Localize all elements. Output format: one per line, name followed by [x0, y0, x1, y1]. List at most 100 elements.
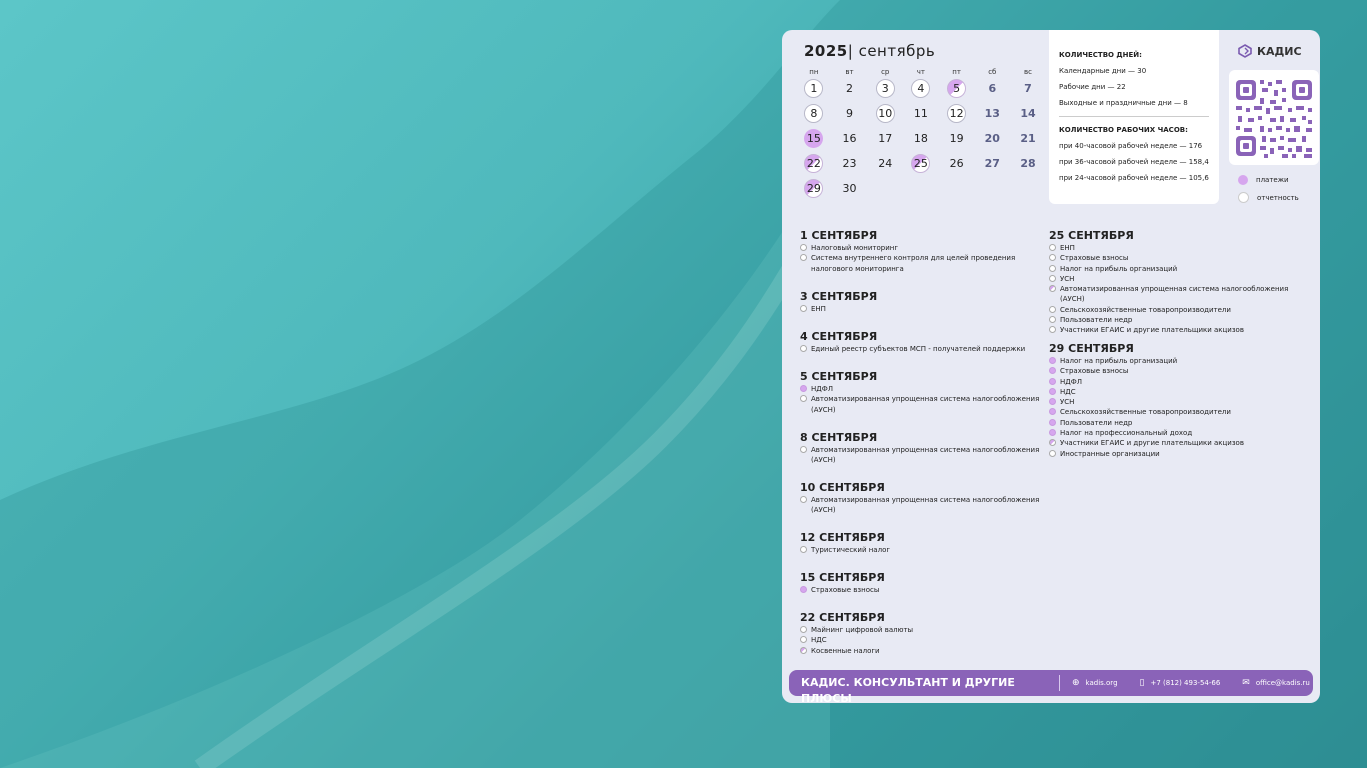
calendar-day[interactable]: 5: [939, 79, 975, 98]
day-number: 12: [947, 104, 967, 123]
report-dot-icon: [1049, 305, 1056, 313]
event-group: 4 СЕНТЯБРЯ Единый реестр субъектов МСП - …: [800, 330, 1040, 354]
qr-code-icon: [1236, 80, 1312, 158]
calendar-week-row: 1 2 345 6 7: [796, 76, 1046, 101]
report-dot-icon: [800, 496, 807, 503]
event-date: 10 СЕНТЯБРЯ: [800, 481, 885, 494]
payment-dot-icon: [1049, 398, 1056, 406]
event-item-text: Косвенные налоги: [811, 646, 880, 655]
day-number: 21: [1020, 132, 1036, 145]
calendar-day[interactable]: 12: [939, 104, 975, 123]
calendar-day[interactable]: 11: [903, 104, 939, 123]
day-number: 4: [911, 79, 931, 98]
calendar-day[interactable]: 20: [974, 129, 1010, 148]
footer-site-link[interactable]: ⊕ kadis.org: [1072, 678, 1118, 688]
footer-phone-link[interactable]: ▯ +7 (812) 493-54-66: [1140, 678, 1221, 688]
calendar-day[interactable]: 8: [796, 104, 832, 123]
payment-dot-icon: [1049, 418, 1056, 426]
event-item-text: ЕНП: [1060, 244, 1075, 252]
calendar-day[interactable]: 26: [939, 154, 975, 173]
calendar-day[interactable]: 19: [939, 129, 975, 148]
calendar-day[interactable]: 27: [974, 154, 1010, 173]
weekday-label: ср: [881, 68, 890, 76]
legend-reports: отчетность: [1238, 192, 1299, 203]
calendar-day[interactable]: 10: [867, 104, 903, 123]
event-item: Страховые взносы: [800, 585, 1040, 595]
calendar-day[interactable]: 16: [832, 129, 868, 148]
event-item: НДС: [1049, 387, 1314, 397]
event-item: ЕНП: [800, 304, 1040, 314]
event-item-text: Налог на прибыль организаций: [1060, 264, 1178, 273]
event-item-text: Страховые взносы: [1060, 254, 1129, 263]
calendar-day[interactable]: 15: [796, 129, 832, 148]
day-number: [911, 179, 930, 198]
day-number: 27: [984, 157, 1000, 170]
calendar-day[interactable]: 3: [867, 79, 903, 98]
day-number: 26: [949, 157, 964, 170]
calendar-day[interactable]: 2: [832, 79, 868, 98]
event-item: Пользователи недр: [1049, 315, 1314, 325]
day-number: 1: [804, 79, 824, 98]
calendar-day[interactable]: 21: [1010, 129, 1046, 148]
report-dot-icon: [800, 446, 807, 453]
event-date: 3 СЕНТЯБРЯ: [800, 290, 878, 303]
calendar-day: [974, 179, 1010, 198]
calendar-day[interactable]: 14: [1010, 104, 1046, 123]
event-group: 12 СЕНТЯБРЯ Туристический налог: [800, 531, 1040, 555]
day-number: 19: [949, 132, 964, 145]
event-group: 15 СЕНТЯБРЯ Страховые взносы: [800, 571, 1040, 595]
calendar-day[interactable]: 13: [974, 104, 1010, 123]
day-number: [983, 179, 1002, 198]
hours-24-text: при 24-часовой рабочей неделе — 105,6: [1059, 174, 1209, 182]
event-date: 29 СЕНТЯБРЯ: [1049, 342, 1134, 355]
event-date: 5 СЕНТЯБРЯ: [800, 370, 878, 383]
day-number: 29: [804, 179, 824, 198]
calendar-week-row: 15 16 17 18 19 20 21: [796, 126, 1046, 151]
report-dot-icon: [1049, 244, 1056, 251]
calendar-day[interactable]: 4: [903, 79, 939, 98]
calendar-day[interactable]: 18: [903, 129, 939, 148]
event-date: 22 СЕНТЯБРЯ: [800, 611, 885, 624]
event-date: 15 СЕНТЯБРЯ: [800, 571, 885, 584]
calendar-day[interactable]: 29: [796, 179, 832, 198]
event-item: Система внутреннего контроля для целей п…: [800, 253, 1040, 274]
weekday-label: чт: [916, 68, 926, 76]
calendar-day: [939, 179, 975, 198]
day-number: 17: [878, 132, 893, 145]
event-item: Страховые взносы: [1049, 253, 1314, 263]
calendar-day[interactable]: 23: [832, 154, 868, 173]
calendar-weeks: 1 2 3 4 5 6 7 8 9 10 11 12 13 14 15 16 17 18 19 20 21 22 23 24 2…: [796, 76, 1046, 201]
calendar-day[interactable]: 24: [867, 154, 903, 173]
calendar-day[interactable]: 28: [1010, 154, 1046, 173]
payment-dot-icon: [1238, 175, 1248, 185]
report-dot-icon: [1049, 274, 1056, 282]
calendar-day[interactable]: 1: [796, 79, 832, 98]
legend-payments: платежи: [1238, 175, 1289, 185]
footer-email-link[interactable]: ✉ office@kadis.ru: [1242, 678, 1310, 688]
event-item-text: НДС: [811, 636, 827, 645]
event-item: НДФЛ: [800, 384, 1040, 394]
calendar-widget: 2025| сентябрь пн вт ср чт пт сб вс 1234567891…: [782, 30, 1320, 703]
calendar-title: 2025| сентябрь: [804, 42, 936, 60]
calendar-day[interactable]: 6: [974, 79, 1010, 98]
event-group: 10 СЕНТЯБРЯ Автоматизированная упрощенная…: [800, 481, 1040, 516]
event-item-text: Налоговый мониторинг: [811, 244, 898, 252]
event-date: 12 СЕНТЯБРЯ: [800, 531, 885, 544]
event-item: Автоматизированная упрощенная система на…: [800, 445, 1040, 466]
report-dot-icon: [800, 546, 807, 553]
day-number: 9: [846, 107, 854, 120]
calendar-day[interactable]: 7: [1010, 79, 1046, 98]
event-item-text: ЕНП: [811, 305, 826, 313]
event-item: Автоматизированная упрощенная система на…: [800, 495, 1040, 516]
event-group: 22 СЕНТЯБРЯ Майнинг цифровой валюты НДС Кос…: [800, 611, 1040, 656]
calendar-day[interactable]: 17: [867, 129, 903, 148]
event-item: Налог на профессиональный доход: [1049, 428, 1314, 438]
calendar-day[interactable]: 30: [832, 179, 868, 198]
qr-code[interactable]: [1229, 70, 1319, 165]
weekday-label: пт: [952, 68, 961, 76]
calendar-day[interactable]: 9: [832, 104, 868, 123]
calendar-day[interactable]: 25: [903, 154, 939, 173]
payment-dot-icon: [1049, 367, 1056, 375]
calendar-day[interactable]: 22: [796, 154, 832, 173]
month-grid: пн вт ср чт пт сб вс 1 2 3 4 5 6 7 8 9 10 11 12 13 14 15 16 17…: [796, 68, 1046, 201]
